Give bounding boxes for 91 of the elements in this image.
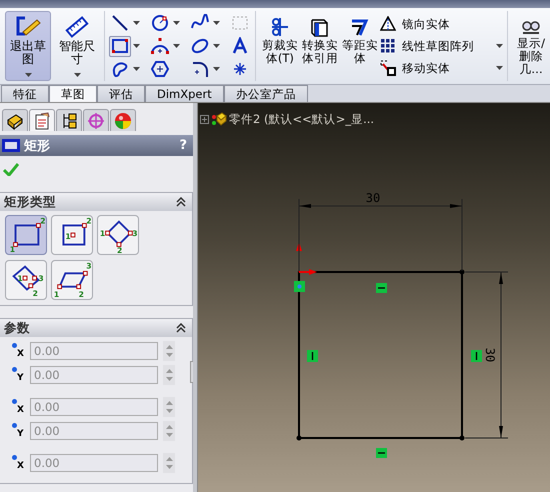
panel-tab[interactable] (29, 109, 55, 131)
section-header[interactable]: 参数 (0, 319, 192, 337)
dot-grid-icon (380, 38, 396, 54)
caret-icon (74, 73, 80, 77)
toolbar-button[interactable]: 显示/删除几… (512, 11, 550, 81)
caret-icon[interactable] (496, 44, 504, 48)
grid-icon (230, 14, 249, 32)
caret-icon (24, 73, 32, 77)
caret-icon[interactable] (212, 67, 220, 71)
color-ball-icon (114, 112, 132, 130)
axis-label: X (17, 405, 24, 415)
point-icon (12, 399, 17, 404)
ribbon-tab[interactable]: DimXpert (145, 85, 224, 102)
coincident-relation-icon (294, 281, 305, 292)
point-icon (12, 423, 17, 428)
rectangle-type-button[interactable]: 1 2 3 (51, 260, 93, 300)
axis-label: X (17, 461, 24, 471)
axis-label: Y (17, 429, 24, 439)
move-icon (380, 60, 396, 76)
collapse-icon[interactable] (176, 197, 186, 207)
circle-icon (150, 14, 169, 32)
rectangle-icon (110, 37, 129, 55)
checkmark-icon (3, 162, 19, 176)
toolbar-button[interactable]: 智能尺寸 (54, 11, 100, 81)
rectangle-icon (2, 139, 20, 152)
rectangle-type-button[interactable]: 1 2 (51, 215, 93, 255)
caret-icon[interactable] (172, 44, 180, 48)
ribbon-tab[interactable]: 办公室产品 (224, 85, 308, 102)
help-button[interactable]: ? (179, 138, 187, 153)
ribbon-tab[interactable]: 评估 (97, 85, 145, 102)
sketch-tool-button[interactable] (108, 36, 131, 56)
arc-icon (150, 37, 169, 55)
sketch-tool-button[interactable] (148, 58, 171, 80)
block-icon (6, 112, 24, 130)
point-icon (12, 455, 17, 460)
collapse-icon[interactable] (176, 323, 186, 333)
ellipse-icon (190, 37, 209, 55)
caret-icon[interactable] (132, 21, 140, 25)
panel-tab[interactable] (2, 109, 28, 131)
up-down-arrows-icon (166, 344, 172, 358)
part-icon (211, 111, 227, 127)
panel-tab[interactable] (56, 109, 82, 131)
up-down-arrows-icon (166, 400, 172, 414)
rectangle-type-button[interactable]: 1 2 3 (5, 260, 47, 300)
cube-icon (308, 17, 331, 37)
caret-icon[interactable] (212, 44, 220, 48)
toolbar-button[interactable]: 剪裁实体(T) (260, 11, 300, 81)
feature-tree-item[interactable]: 零件2 (默认<<默认>_显... (229, 112, 374, 126)
expand-icon[interactable] (200, 114, 209, 124)
toolbar-button[interactable]: 移动实体 (380, 60, 486, 76)
up-down-arrows-icon (166, 424, 172, 438)
toolbar-button[interactable]: 退出草图 (5, 11, 51, 81)
ribbon-tab[interactable]: 草图 (49, 85, 97, 102)
toolbar-button[interactable]: 等距实体 (340, 11, 380, 81)
caret-icon[interactable] (496, 66, 504, 70)
horizontal-relation-icon (376, 283, 387, 293)
caret-icon[interactable] (132, 44, 140, 48)
point-icon (12, 343, 17, 348)
vertical-relation-icon (307, 350, 318, 362)
toolbar-button[interactable]: 线性草图阵列 (380, 38, 486, 54)
mirror-triangle-icon (380, 16, 396, 32)
dimension-line[interactable] (464, 272, 508, 438)
panel-title: 矩形 (24, 138, 51, 154)
caret-icon[interactable] (172, 21, 180, 25)
crosshair-icon (87, 112, 105, 130)
up-down-arrows-icon (166, 368, 172, 382)
slot-icon (110, 60, 129, 78)
axis-label: X (17, 349, 24, 359)
sketch-tool-button[interactable] (148, 36, 171, 56)
dimension-value[interactable]: 30 (483, 348, 497, 362)
horizontal-relation-icon (376, 448, 387, 458)
section-header[interactable]: 矩形类型 (0, 193, 192, 211)
ribbon-tab[interactable]: 特征 (1, 85, 49, 102)
toolbar-button[interactable]: 镜向实体 (380, 16, 486, 32)
section-title: 参数 (4, 320, 30, 336)
up-down-arrows-icon (166, 456, 172, 470)
line-icon (110, 14, 129, 32)
caret-icon[interactable] (212, 21, 220, 25)
point-icon (12, 367, 17, 372)
vertical-relation-icon (471, 350, 482, 362)
toolbar-button[interactable]: 转换实体引用 (300, 11, 340, 81)
section-title: 矩形类型 (4, 194, 56, 210)
text-icon (230, 37, 249, 55)
caret-icon[interactable] (132, 67, 140, 71)
rectangle-type-button[interactable]: 1 2 3 (97, 215, 139, 255)
fillet-icon (190, 60, 209, 78)
axis-label: Y (17, 373, 24, 383)
sketch-pencil-icon (15, 16, 41, 38)
polygon-icon (150, 60, 169, 78)
clipboard-icon (33, 112, 51, 130)
origin-axes (296, 242, 317, 275)
